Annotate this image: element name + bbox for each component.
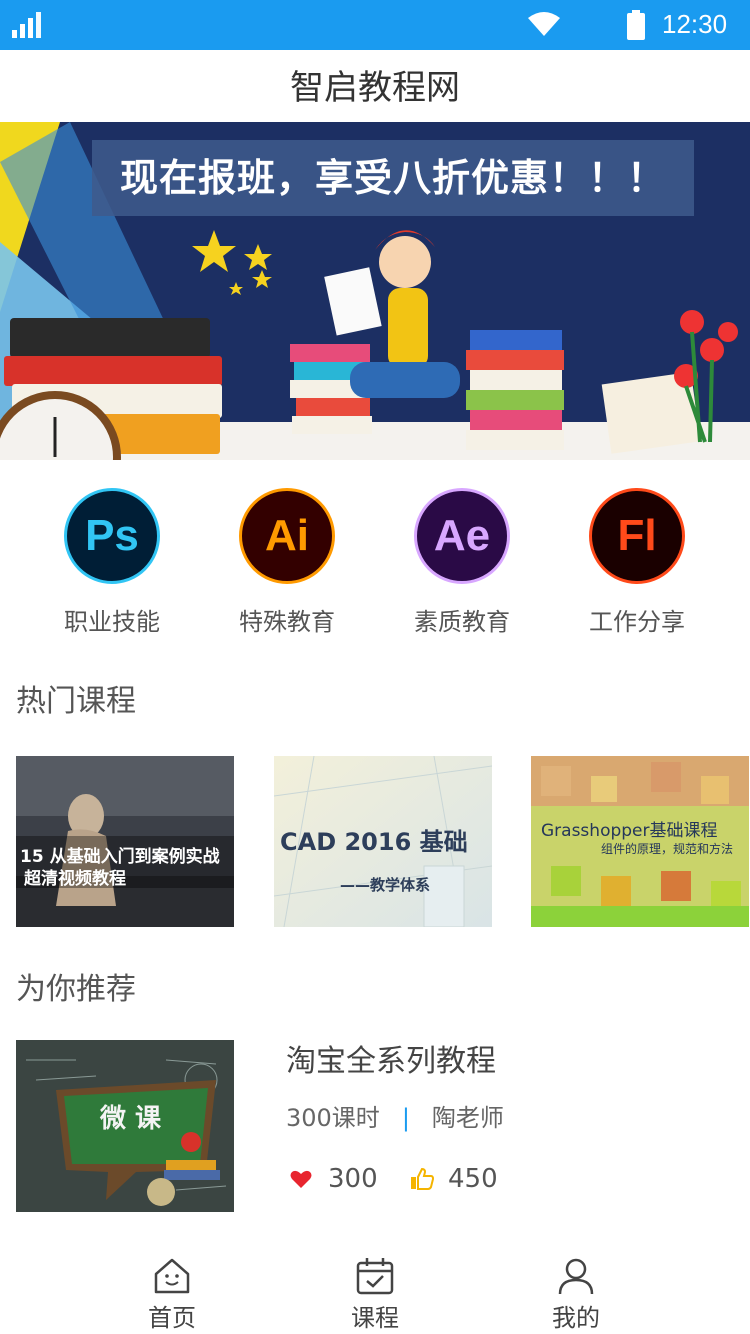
meta-divider: | xyxy=(401,1104,410,1132)
category-fl[interactable]: Fl 工作分享 xyxy=(567,488,707,637)
tab-profile[interactable]: 我的 xyxy=(516,1256,636,1333)
banner-headline: 现在报班，享受八折优惠！！！ xyxy=(119,156,666,200)
hot-course-card[interactable]: Grasshopper基础课程 组件的原理，规范和方法 xyxy=(531,756,749,927)
course-title: 淘宝全系列教程 xyxy=(286,1044,496,1079)
home-icon xyxy=(154,1258,190,1294)
like-count: 300 xyxy=(328,1164,378,1194)
bottom-tab-bar: 首页 课程 我的 xyxy=(0,1248,750,1334)
tab-courses[interactable]: 课程 xyxy=(315,1256,435,1333)
tab-label: 我的 xyxy=(552,1304,600,1332)
course-meta: 300课时 | 陶老师 xyxy=(286,1098,504,1133)
status-bar: 12:30 xyxy=(0,0,750,50)
tab-home[interactable]: 首页 xyxy=(112,1256,232,1333)
tab-label: 课程 xyxy=(351,1304,399,1332)
course-subcaption: 超清视频教程 xyxy=(24,869,126,889)
thumbs-count: 450 xyxy=(448,1164,498,1194)
signal-icon xyxy=(12,12,41,38)
section-title-recommend: 为你推荐 xyxy=(16,972,136,1007)
tab-label: 首页 xyxy=(148,1304,196,1332)
hot-course-card[interactable]: CAD 2016 基础 ——教学体系 xyxy=(274,756,492,927)
page-title: 智启教程网 xyxy=(290,68,460,108)
category-label: 素质教育 xyxy=(414,608,510,636)
section-title-hot: 热门课程 xyxy=(16,684,136,719)
course-subcaption: 组件的原理，规范和方法 xyxy=(601,842,734,856)
recommend-item[interactable]: 微 课 淘宝全系列教程 300课时 | 陶老师 300 450 xyxy=(16,1040,750,1212)
course-stats: 300 450 xyxy=(290,1164,498,1194)
course-hours: 300课时 xyxy=(286,1104,380,1132)
battery-icon xyxy=(627,10,645,40)
clock: 12:30 xyxy=(662,9,728,39)
category-ai[interactable]: Ai 特殊教育 xyxy=(217,488,357,637)
thumbs-up-icon[interactable] xyxy=(410,1168,434,1190)
category-label: 特殊教育 xyxy=(239,608,335,636)
flash-icon: Fl xyxy=(589,488,685,584)
course-teacher: 陶老师 xyxy=(431,1104,504,1132)
hot-course-card[interactable]: 15 从基础入门到案例实战 超清视频教程 xyxy=(16,756,234,927)
wifi-icon xyxy=(528,12,560,36)
heart-icon[interactable] xyxy=(290,1169,312,1189)
photoshop-icon: Ps xyxy=(64,488,160,584)
promo-banner[interactable]: 现在报班，享受八折优惠！！！ xyxy=(0,122,750,460)
thumbnail-caption: 微 课 xyxy=(100,1104,162,1134)
category-label: 工作分享 xyxy=(589,608,685,636)
illustrator-icon: Ai xyxy=(239,488,335,584)
category-ae[interactable]: Ae 素质教育 xyxy=(392,488,532,637)
calendar-check-icon xyxy=(356,1258,394,1295)
category-ps[interactable]: Ps 职业技能 xyxy=(42,488,182,637)
course-thumbnail: 微 课 xyxy=(16,1040,234,1212)
user-icon xyxy=(558,1258,594,1295)
course-caption: Grasshopper基础课程 xyxy=(541,821,718,841)
category-label: 职业技能 xyxy=(64,608,160,636)
course-subcaption: ——教学体系 xyxy=(340,876,431,894)
course-caption: CAD 2016 基础 xyxy=(280,828,468,856)
category-grid: Ps 职业技能 Ai 特殊教育 Ae 素质教育 Fl 工作分享 xyxy=(0,488,750,638)
after-effects-icon: Ae xyxy=(414,488,510,584)
